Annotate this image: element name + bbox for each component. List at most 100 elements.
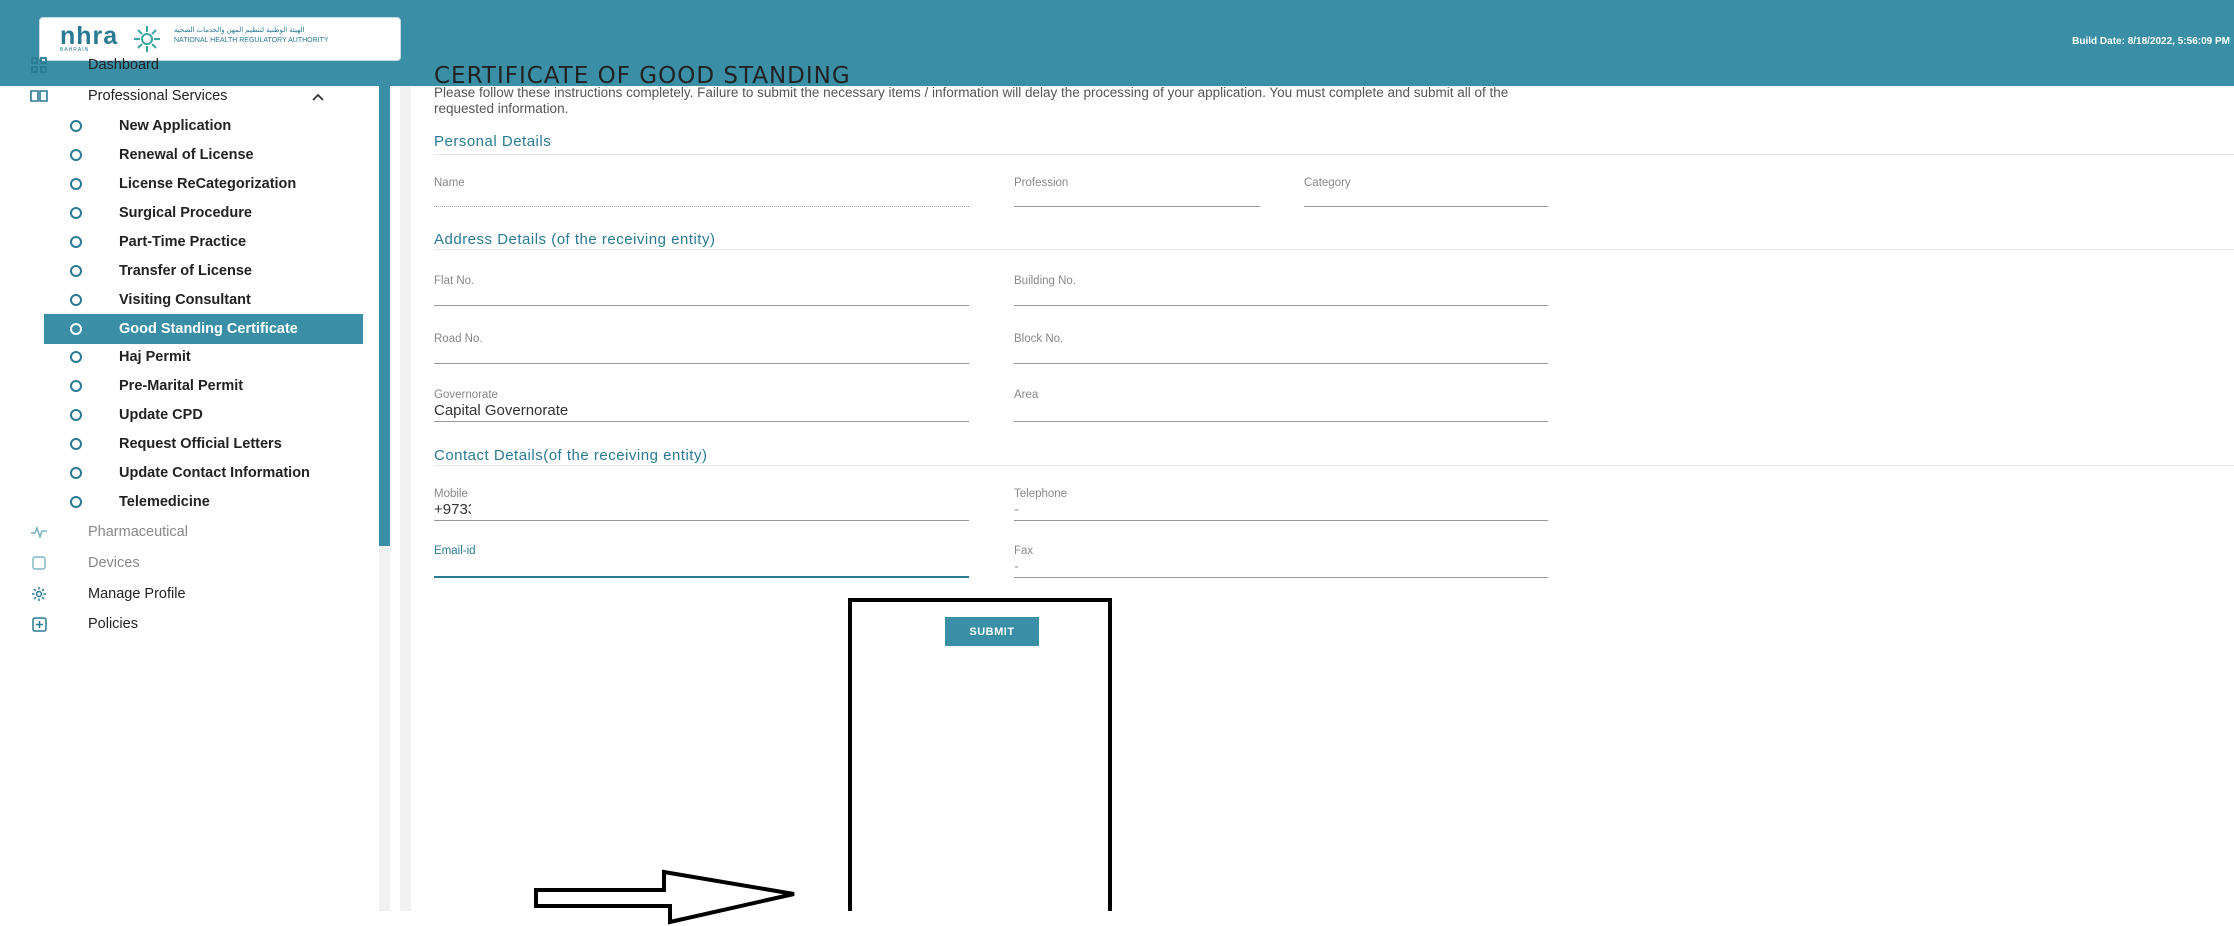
block-field[interactable] [1014, 363, 1548, 364]
section-divider [434, 465, 2234, 466]
authority-name-ar: الهيئة الوطنية لتنظيم المهن والخدمات الص… [174, 27, 305, 34]
chevron-up-icon[interactable] [312, 88, 324, 104]
sidebar-subitem-pre-marital-permit[interactable]: Pre-Marital Permit [44, 371, 363, 401]
pulse-icon [30, 523, 48, 541]
sidebar-item-professional-services[interactable]: Professional Services [0, 81, 365, 111]
fax-field[interactable] [1014, 577, 1548, 578]
telephone-field[interactable] [1014, 520, 1548, 521]
area-select[interactable] [1014, 421, 1548, 422]
section-title-personal: Personal Details [434, 133, 552, 150]
circle-bullet-icon [70, 236, 82, 248]
sidebar-subitem-label: Renewal of License [119, 147, 254, 163]
circle-bullet-icon [70, 409, 82, 421]
sidebar-item-manage-profile[interactable]: Manage Profile [0, 579, 365, 609]
sidebar-item-label: Policies [88, 616, 138, 632]
mobile-label: Mobile [434, 488, 468, 500]
sidebar-subitem-haj-permit[interactable]: Haj Permit [44, 342, 363, 372]
book-icon [30, 87, 48, 105]
flat-label: Flat No. [434, 275, 475, 287]
mobile-value: +9733 [434, 501, 471, 518]
circle-bullet-icon [70, 496, 82, 508]
sidebar-item-label: Manage Profile [88, 586, 186, 602]
area-label: Area [1014, 389, 1039, 401]
sidebar-subitem-good-standing-certificate[interactable]: Good Standing Certificate [44, 314, 363, 344]
sidebar-item-label: Pharmaceutical [88, 524, 188, 540]
sidebar-item-label: Professional Services [88, 88, 228, 104]
circle-bullet-icon [70, 438, 82, 450]
device-icon [30, 554, 48, 572]
name-label: Name [434, 177, 465, 189]
circle-bullet-icon [70, 207, 82, 219]
sidebar-item-policies[interactable]: Policies [0, 609, 365, 639]
sidebar-subitem-renewal-of-license[interactable]: Renewal of License [44, 140, 363, 170]
fax-value: - [1014, 558, 1019, 575]
circle-bullet-icon [70, 467, 82, 479]
sidebar-item-label: Dashboard [88, 57, 159, 73]
building-label: Building No. [1014, 275, 1077, 287]
section-title-contact: Contact Details(of the receiving entity) [434, 447, 708, 464]
profession-label: Profession [1014, 177, 1069, 189]
authority-name-en: NATIONAL HEALTH REGULATORY AUTHORITY [174, 37, 329, 44]
sidebar-subitem-part-time-practice[interactable]: Part-Time Practice [44, 227, 363, 257]
category-field[interactable] [1304, 206, 1548, 207]
governorate-label: Governorate [434, 389, 498, 401]
sidebar-item-devices[interactable]: Devices [0, 548, 365, 578]
sidebar-subitem-request-official-letters[interactable]: Request Official Letters [44, 429, 363, 459]
mobile-field[interactable] [434, 520, 969, 521]
circle-bullet-icon [70, 380, 82, 392]
road-label: Road No. [434, 333, 483, 345]
sidebar-subitem-label: Good Standing Certificate [119, 321, 298, 337]
section-divider [434, 154, 2234, 155]
section-title-address: Address Details (of the receiving entity… [434, 231, 716, 248]
sidebar-subitem-surgical-procedure[interactable]: Surgical Procedure [44, 198, 363, 228]
sidebar-subitem-label: Request Official Letters [119, 436, 282, 452]
sidebar-subitem-label: Visiting Consultant [119, 292, 251, 308]
instructions-text: Please follow these instructions complet… [434, 85, 1509, 116]
name-field[interactable] [434, 206, 969, 207]
governorate-select[interactable] [434, 421, 969, 422]
block-label: Block No. [1014, 333, 1064, 345]
flat-field[interactable] [434, 305, 969, 306]
section-divider [434, 249, 2234, 250]
building-field[interactable] [1014, 305, 1548, 306]
sidebar-subitem-label: New Application [119, 118, 232, 134]
telephone-label: Telephone [1014, 488, 1068, 500]
sidebar-scrollbar-track[interactable] [379, 546, 390, 911]
sidebar-subitem-label: Pre-Marital Permit [119, 378, 244, 394]
sidebar-scrollbar-thumb[interactable] [379, 86, 390, 546]
sidebar-subitem-telemedicine[interactable]: Telemedicine [44, 487, 363, 517]
sidebar-subitem-label: Update CPD [119, 407, 203, 423]
email-field[interactable] [434, 576, 969, 578]
sidebar-subitem-transfer-of-license[interactable]: Transfer of License [44, 256, 363, 286]
sidebar-subitem-label: Telemedicine [119, 494, 210, 510]
profession-field[interactable] [1014, 206, 1260, 207]
sidebar-subitem-label: Update Contact Information [119, 465, 310, 481]
grid-icon [30, 56, 48, 74]
circle-bullet-icon [70, 294, 82, 306]
sidebar-subitem-label: Part-Time Practice [119, 234, 247, 250]
sidebar-subitem-update-cpd[interactable]: Update CPD [44, 400, 363, 430]
circle-bullet-icon [70, 120, 82, 132]
circle-bullet-icon [70, 265, 82, 277]
sidebar-subitem-license-recategorization[interactable]: License ReCategorization [44, 169, 363, 199]
fax-label: Fax [1014, 545, 1034, 557]
email-label: Email-id [434, 545, 476, 557]
sidebar-item-label: Devices [88, 555, 140, 571]
circle-bullet-icon [70, 323, 82, 335]
gear-icon [30, 585, 48, 603]
sidebar-subitem-label: Surgical Procedure [119, 205, 252, 221]
circle-bullet-icon [70, 178, 82, 190]
sidebar-subitem-visiting-consultant[interactable]: Visiting Consultant [44, 285, 363, 315]
sidebar-subitem-new-application[interactable]: New Application [44, 111, 363, 141]
build-date: Build Date: 8/18/2022, 5:56:09 PM [2072, 36, 2230, 47]
sidebar-subitem-update-contact-information[interactable]: Update Contact Information [44, 458, 363, 488]
governorate-value: Capital Governorate [434, 402, 569, 419]
category-label: Category [1304, 177, 1351, 189]
sidebar-subitem-label: License ReCategorization [119, 176, 297, 192]
circle-bullet-icon [70, 351, 82, 363]
form-card [411, 86, 2234, 911]
submit-button[interactable]: SUBMIT [945, 617, 1039, 646]
sidebar-item-pharmaceutical[interactable]: Pharmaceutical [0, 517, 365, 547]
road-field[interactable] [434, 363, 969, 364]
sidebar-item-dashboard[interactable]: Dashboard [0, 50, 365, 80]
